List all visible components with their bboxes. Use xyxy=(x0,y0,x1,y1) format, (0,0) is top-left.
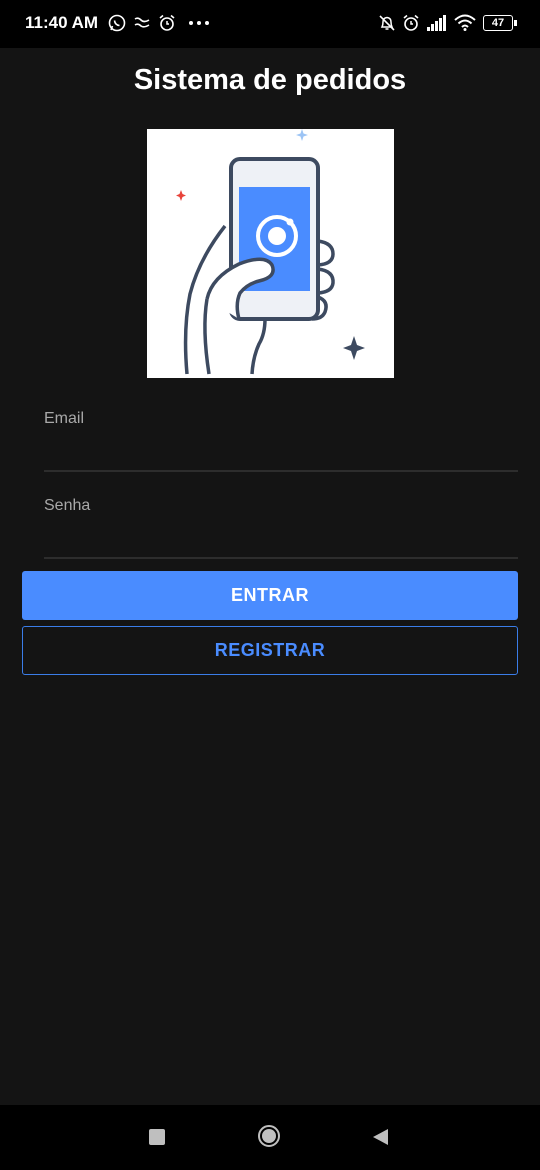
alarm-icon xyxy=(159,14,175,31)
battery-tip xyxy=(514,20,517,26)
email-field-container: Email xyxy=(44,410,518,480)
whatsapp-icon xyxy=(108,14,126,32)
hero-illustration xyxy=(147,129,394,378)
notification-icon xyxy=(134,17,150,28)
login-button[interactable]: ENTRAR xyxy=(22,571,518,620)
status-bar: 11:40 AM 47 xyxy=(0,0,540,48)
status-time: 11:40 AM xyxy=(25,13,99,32)
more-icon xyxy=(189,21,209,25)
home-icon-inner xyxy=(262,1129,276,1143)
password-label: Senha xyxy=(44,497,91,514)
alarm-icon xyxy=(403,14,419,31)
signal-icon xyxy=(427,15,446,31)
home-icon[interactable] xyxy=(258,1125,280,1147)
mute-icon xyxy=(379,15,395,31)
recent-apps-icon[interactable] xyxy=(149,1129,165,1145)
hand-holding-phone-illustration xyxy=(176,129,365,375)
email-field[interactable] xyxy=(44,436,518,472)
password-field[interactable] xyxy=(44,523,518,559)
navigation-bar xyxy=(0,1105,540,1170)
register-button[interactable]: REGISTRAR xyxy=(22,626,518,675)
page-title: Sistema de pedidos xyxy=(133,64,407,96)
battery-level: 47 xyxy=(491,17,505,29)
password-field-container: Senha xyxy=(44,497,518,567)
wifi-icon xyxy=(454,14,476,31)
battery-icon: 47 xyxy=(483,15,513,31)
back-icon[interactable] xyxy=(371,1128,389,1146)
email-label: Email xyxy=(44,410,85,427)
